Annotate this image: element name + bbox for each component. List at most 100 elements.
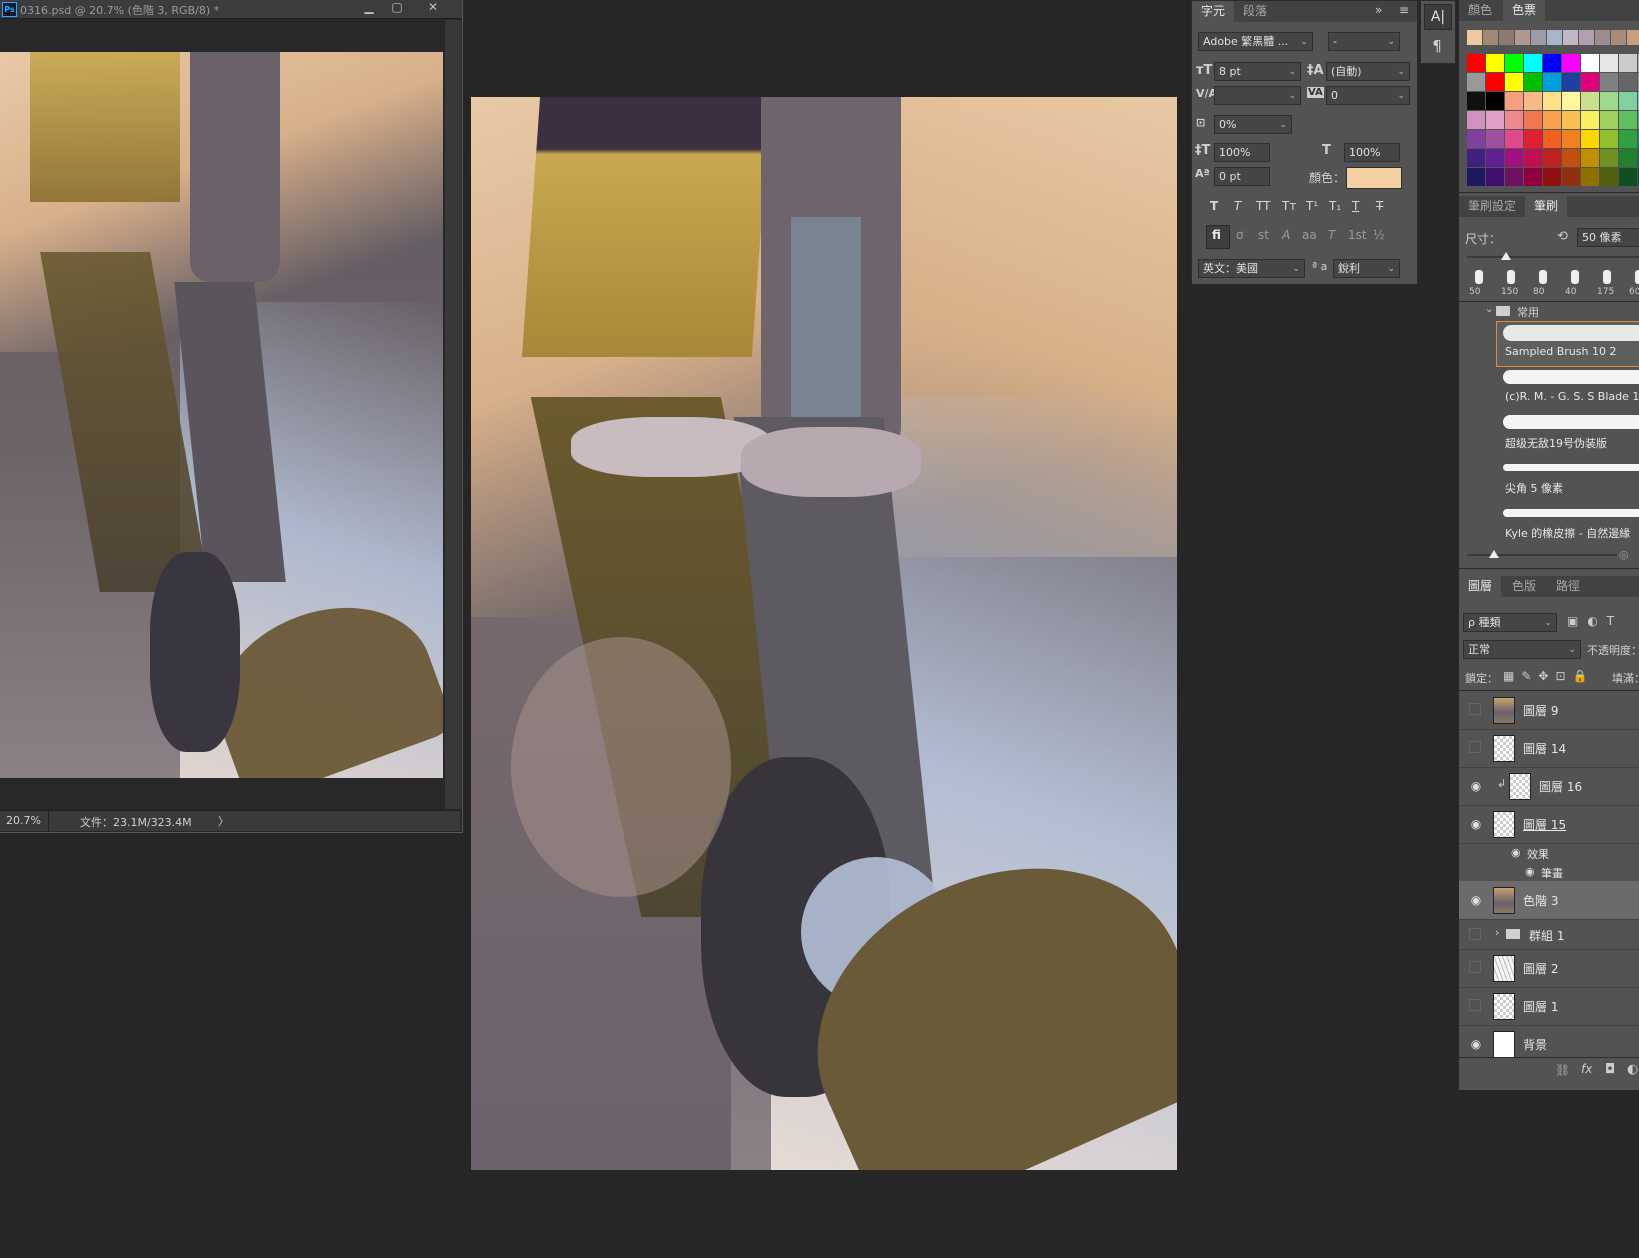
- color-swatch[interactable]: [1505, 130, 1523, 148]
- color-swatch[interactable]: [1562, 92, 1580, 110]
- color-swatch[interactable]: [1505, 111, 1523, 129]
- color-swatch[interactable]: [1486, 149, 1504, 167]
- visibility-toggle-empty[interactable]: [1469, 961, 1481, 973]
- link-layers-icon[interactable]: ⛓: [1555, 1063, 1570, 1077]
- visibility-toggle-empty[interactable]: [1469, 703, 1481, 715]
- recent-swatch[interactable]: [1563, 30, 1578, 45]
- all-caps-button[interactable]: TT: [1256, 199, 1270, 213]
- blend-mode-dropdown[interactable]: 正常 ⌄: [1463, 640, 1581, 659]
- strikethrough-button[interactable]: T: [1376, 199, 1383, 213]
- color-swatch[interactable]: [1505, 149, 1523, 167]
- color-swatch[interactable]: [1543, 54, 1561, 72]
- brush-preset[interactable]: 80: [1529, 268, 1557, 300]
- brush-item[interactable]: Kyle 的橡皮擦 - 自然邊緣: [1499, 500, 1639, 544]
- color-swatch[interactable]: [1619, 92, 1637, 110]
- recent-swatch[interactable]: [1627, 30, 1639, 45]
- tab-layers[interactable]: 圖層: [1459, 576, 1502, 597]
- reset-size-icon[interactable]: ⟲: [1557, 229, 1568, 244]
- font-family-dropdown[interactable]: Adobe 繁黑體 ... ⌄: [1198, 32, 1313, 51]
- visibility-toggle-empty[interactable]: [1469, 999, 1481, 1011]
- color-swatch[interactable]: [1562, 111, 1580, 129]
- color-swatch[interactable]: [1619, 149, 1637, 167]
- tab-paths[interactable]: 路徑: [1547, 576, 1589, 597]
- baseline-shift-field[interactable]: 0 pt: [1214, 167, 1270, 186]
- color-swatch[interactable]: [1600, 130, 1618, 148]
- adjustment-layer-icon[interactable]: ◐: [1627, 1062, 1638, 1077]
- font-size-field[interactable]: 8 pt ⌄: [1214, 62, 1301, 81]
- brush-visibility-icon[interactable]: ◎: [1619, 548, 1629, 561]
- brush-preset[interactable]: 150: [1497, 268, 1525, 300]
- color-swatch[interactable]: [1467, 92, 1485, 110]
- color-swatch[interactable]: [1524, 111, 1542, 129]
- color-swatch[interactable]: [1505, 54, 1523, 72]
- brush-preview-slider-handle[interactable]: [1489, 550, 1499, 558]
- color-swatch[interactable]: [1543, 149, 1561, 167]
- color-swatch[interactable]: [1467, 54, 1485, 72]
- tsume-field[interactable]: 0% ⌄: [1214, 115, 1292, 134]
- underline-button[interactable]: T: [1352, 199, 1359, 213]
- recent-swatch[interactable]: [1499, 30, 1514, 45]
- layer-row[interactable]: 圖層 14: [1459, 729, 1639, 768]
- recent-swatch[interactable]: [1515, 30, 1530, 45]
- text-color-swatch[interactable]: [1346, 167, 1402, 189]
- zoom-level[interactable]: 20.7%: [6, 814, 41, 827]
- eye-icon[interactable]: ◉: [1469, 817, 1483, 831]
- color-swatch[interactable]: [1467, 149, 1485, 167]
- document-window[interactable]: Ps 0316.psd @ 20.7% (色階 3, RGB/8) * ▁ ▢ …: [0, 0, 463, 833]
- color-swatch[interactable]: [1600, 73, 1618, 91]
- color-swatch[interactable]: [1486, 92, 1504, 110]
- eye-icon[interactable]: ◉: [1525, 865, 1535, 878]
- maximize-button[interactable]: ▢: [384, 0, 410, 16]
- subscript-button[interactable]: T₁: [1329, 199, 1341, 213]
- color-swatch[interactable]: [1619, 130, 1637, 148]
- status-menu-arrow[interactable]: 〉: [218, 813, 229, 829]
- recent-swatch[interactable]: [1611, 30, 1626, 45]
- color-swatch[interactable]: [1505, 92, 1523, 110]
- color-swatch[interactable]: [1524, 73, 1542, 91]
- tab-swatches[interactable]: 色票: [1503, 0, 1546, 21]
- brush-item[interactable]: Sampled Brush 10 2: [1499, 320, 1639, 364]
- superscript-button[interactable]: T¹: [1306, 199, 1318, 213]
- character-panel-icon[interactable]: A|: [1424, 4, 1452, 30]
- tab-character[interactable]: 字元: [1192, 1, 1235, 22]
- brush-preset[interactable]: 60: [1625, 268, 1639, 300]
- collapse-panel-icon[interactable]: »: [1375, 3, 1382, 17]
- color-swatch[interactable]: [1600, 168, 1618, 186]
- swash-button[interactable]: A: [1282, 228, 1290, 242]
- color-swatch[interactable]: [1581, 92, 1599, 110]
- recent-swatch[interactable]: [1467, 30, 1482, 45]
- brush-item[interactable]: 超级无敌19号伪装版: [1499, 410, 1639, 454]
- color-swatch[interactable]: [1619, 168, 1637, 186]
- tab-paragraph[interactable]: 段落: [1234, 1, 1276, 22]
- color-swatch[interactable]: [1467, 130, 1485, 148]
- color-swatch[interactable]: [1486, 168, 1504, 186]
- lock-option-icons[interactable]: ▦✎✥⊡🔒: [1503, 669, 1594, 683]
- brush-size-slider-handle[interactable]: [1501, 252, 1511, 260]
- vertical-scale-field[interactable]: 100%: [1214, 143, 1270, 162]
- color-swatch[interactable]: [1600, 111, 1618, 129]
- brush-item[interactable]: (c)R. M. - G. S. S Blade 1: [1499, 365, 1639, 409]
- color-swatch[interactable]: [1619, 54, 1637, 72]
- color-swatch[interactable]: [1581, 54, 1599, 72]
- titling-alternates-button[interactable]: T: [1328, 228, 1335, 242]
- layer-list[interactable]: 圖層 9 圖層 14 ◉ ↲ 圖層 16 ◉ 圖層 15 ◉ 效果 ◉ 筆畫 ◉ 色階 3 › 群組 1 圖層…: [1459, 691, 1639, 1057]
- layer-effect-row[interactable]: ◉ 筆畫: [1459, 862, 1639, 881]
- color-swatch[interactable]: [1562, 130, 1580, 148]
- folder-expand-chevron-icon[interactable]: ⌄: [1485, 304, 1493, 315]
- tab-brushes[interactable]: 筆刷: [1525, 196, 1568, 217]
- color-swatch[interactable]: [1486, 73, 1504, 91]
- tracking-field[interactable]: 0 ⌄: [1326, 86, 1410, 105]
- color-swatch[interactable]: [1562, 73, 1580, 91]
- small-caps-button[interactable]: Tт: [1282, 199, 1296, 213]
- eye-icon[interactable]: ◉: [1511, 846, 1521, 859]
- faux-italic-button[interactable]: T: [1234, 199, 1241, 213]
- add-mask-icon[interactable]: ◘: [1605, 1062, 1615, 1077]
- color-swatch[interactable]: [1581, 111, 1599, 129]
- recent-swatch[interactable]: [1595, 30, 1610, 45]
- brush-list[interactable]: Sampled Brush 10 2 (c)R. M. - G. S. S Bla…: [1459, 320, 1639, 544]
- color-swatch[interactable]: [1467, 73, 1485, 91]
- layer-filter-dropdown[interactable]: ρ 種類 ⌄: [1463, 613, 1557, 632]
- visibility-toggle-empty[interactable]: [1469, 928, 1481, 940]
- faux-bold-button[interactable]: T: [1210, 199, 1218, 213]
- brush-size-field[interactable]: 50 像素: [1577, 228, 1639, 247]
